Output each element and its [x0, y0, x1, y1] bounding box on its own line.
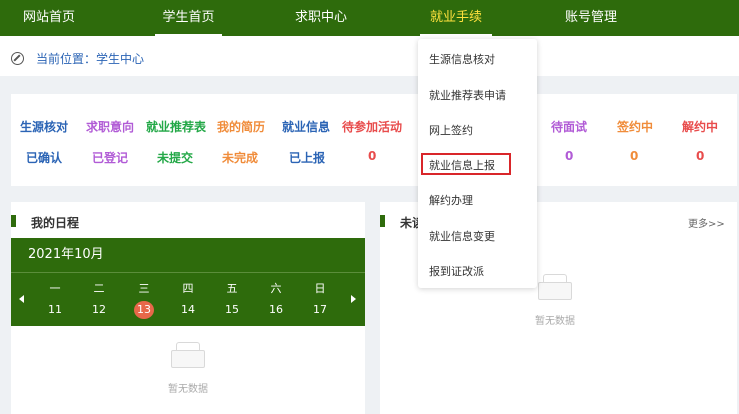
stat-value-terminating[interactable]: 0	[696, 149, 704, 163]
calendar-day[interactable]: 14	[178, 301, 198, 319]
calendar-week: 一 二 三 四 五 六 日 11 12 13 14 15 16 17	[11, 272, 365, 326]
weekday-label: 三	[138, 282, 150, 295]
menu-item-termination[interactable]: 解约办理	[429, 192, 473, 208]
next-week-icon[interactable]	[351, 295, 356, 303]
calendar-day[interactable]: 16	[266, 301, 286, 319]
stat-value-my-resume[interactable]: 未完成	[222, 149, 258, 166]
nav-item-job-center[interactable]: 求职中心	[292, 0, 350, 36]
stat-label-terminating[interactable]: 解约中	[682, 118, 718, 135]
stat-value-pending-activities[interactable]: 0	[368, 149, 376, 163]
weekday-label: 四	[182, 282, 194, 295]
panel-title-bar	[11, 215, 16, 227]
stat-label-pending-interview[interactable]: 待面试	[551, 118, 587, 135]
menu-item-online-signing[interactable]: 网上签约	[429, 122, 473, 138]
stat-value-pending-interview[interactable]: 0	[565, 149, 573, 163]
weekday-label: 一	[49, 282, 61, 295]
stat-label-job-intention[interactable]: 求职意向	[86, 118, 134, 135]
stat-label-source-check[interactable]: 生源核对	[20, 118, 68, 135]
prev-week-icon[interactable]	[19, 295, 24, 303]
calendar-month-label: 2021年10月	[28, 247, 104, 262]
panel-title-bar	[380, 215, 385, 227]
calendar-day[interactable]: 17	[310, 301, 330, 319]
weekday-label: 二	[93, 282, 105, 295]
breadcrumb-label: 当前位置：学生中心	[36, 52, 145, 66]
nav-item-account-management[interactable]: 账号管理	[562, 0, 620, 36]
calendar-month: 2021年10月	[11, 238, 365, 272]
calendar-day[interactable]: 11	[45, 301, 65, 319]
more-link[interactable]: 更多>>	[688, 215, 725, 230]
employment-procedures-dropdown: 生源信息核对 就业推荐表申请 网上签约 就业信息上报 解约办理 就业信息变更 报…	[418, 39, 537, 288]
schedule-panel: 我的日程 2021年10月 一 二 三 四 五 六 日 11 12 13 14 …	[11, 202, 365, 414]
nav-item-home[interactable]: 网站首页	[20, 0, 78, 36]
stat-value-source-check[interactable]: 已确认	[26, 149, 62, 166]
status-summary: 生源核对 已确认 求职意向 已登记 就业推荐表 未提交 我的简历 未完成 就业信…	[11, 94, 737, 186]
unread-empty-text: 暂无数据	[535, 316, 575, 327]
menu-item-source-info-check[interactable]: 生源信息核对	[429, 51, 495, 67]
schedule-empty-text: 暂无数据	[168, 384, 208, 395]
menu-item-employment-info-report[interactable]: 就业信息上报	[429, 157, 495, 173]
weekday-label: 日	[314, 282, 326, 295]
menu-item-employment-info-change[interactable]: 就业信息变更	[429, 228, 495, 244]
stat-label-pending-activities[interactable]: 待参加活动	[342, 118, 402, 135]
empty-inbox-icon	[538, 274, 572, 300]
schedule-title: 我的日程	[31, 216, 80, 230]
stat-value-job-intention[interactable]: 已登记	[92, 149, 128, 166]
empty-inbox-icon	[171, 342, 205, 368]
stat-label-my-resume[interactable]: 我的简历	[217, 118, 265, 135]
calendar-day[interactable]: 15	[222, 301, 242, 319]
weekday-label: 五	[226, 282, 238, 295]
stat-label-employment-info[interactable]: 就业信息	[282, 118, 330, 135]
stat-label-recommendation-form[interactable]: 就业推荐表	[146, 118, 206, 135]
nav-item-employment-procedures[interactable]: 就业手续	[420, 0, 492, 36]
stat-label-signing[interactable]: 签约中	[617, 118, 653, 135]
weekday-label: 六	[270, 282, 282, 295]
compass-icon	[11, 52, 24, 65]
calendar-day[interactable]: 12	[89, 301, 109, 319]
top-nav: 网站首页 学生首页 求职中心 就业手续 账号管理	[0, 0, 739, 36]
calendar-day-today[interactable]: 13	[134, 301, 154, 319]
menu-item-recommendation-apply[interactable]: 就业推荐表申请	[429, 87, 506, 103]
nav-item-student-home[interactable]: 学生首页	[155, 0, 222, 36]
stat-value-employment-info[interactable]: 已上报	[289, 149, 325, 166]
stat-value-recommendation-form[interactable]: 未提交	[157, 149, 193, 166]
breadcrumb: 当前位置：学生中心	[0, 36, 739, 76]
stat-value-signing[interactable]: 0	[630, 149, 638, 163]
menu-item-certificate-reassign[interactable]: 报到证改派	[429, 263, 484, 279]
